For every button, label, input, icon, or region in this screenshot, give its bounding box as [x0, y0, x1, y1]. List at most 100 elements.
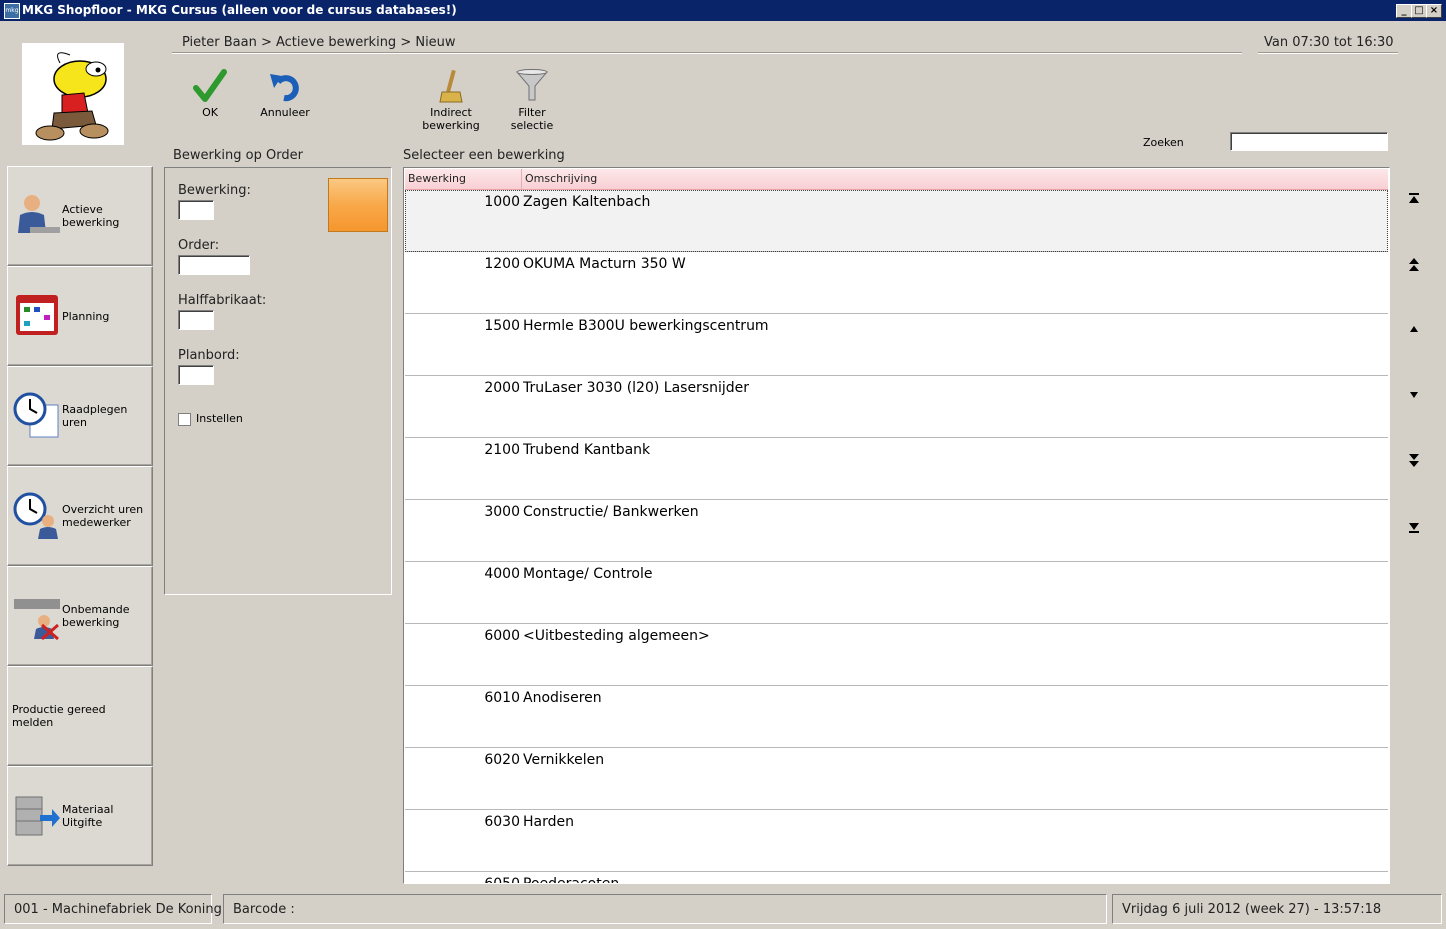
- page-up-icon[interactable]: [1405, 255, 1423, 273]
- row-description: Vernikkelen: [523, 752, 605, 768]
- clock-worker-icon: [13, 492, 58, 539]
- nav-report-production[interactable]: Productie gereed melden: [7, 666, 153, 766]
- calendar-icon: [16, 295, 58, 335]
- column-header-omschrijving[interactable]: Omschrijving: [522, 169, 1385, 189]
- row-description: Anodiseren: [523, 690, 602, 706]
- nav-unmanned-operation[interactable]: Onbemande bewerking: [7, 566, 153, 666]
- divider: [1258, 52, 1398, 54]
- page-down-icon[interactable]: [1405, 452, 1423, 470]
- indirect-button[interactable]: Indirect bewerking: [420, 68, 482, 132]
- app-icon: mkg: [4, 3, 20, 19]
- row-description: Montage/ Controle: [523, 566, 653, 582]
- row-code: 4000: [484, 566, 520, 582]
- row-description: OKUMA Macturn 350 W: [523, 256, 686, 272]
- funnel-icon: [515, 69, 549, 101]
- status-color-indicator: [328, 178, 388, 232]
- row-code: 6020: [484, 752, 520, 768]
- column-header-bewerking[interactable]: Bewerking: [405, 169, 522, 189]
- table-row[interactable]: 1500 Hermle B300U bewerkingscentrum: [405, 314, 1388, 376]
- row-code: 6050: [484, 876, 520, 884]
- filter-label: Filter selectie: [510, 106, 554, 132]
- row-code: 6000: [484, 628, 520, 644]
- table-row[interactable]: 3000 Constructie/ Bankwerken: [405, 500, 1388, 562]
- order-label: Order:: [178, 238, 220, 253]
- nav-label: Planning: [62, 309, 110, 323]
- row-description: <Uitbesteding algemeen>: [523, 628, 710, 644]
- clock-icon: [13, 392, 59, 438]
- instellen-checkbox[interactable]: [178, 413, 191, 426]
- scroll-down-icon[interactable]: [1405, 386, 1423, 404]
- table-header: Bewerking Omschrijving: [405, 169, 1388, 190]
- time-range: Van 07:30 tot 16:30: [1264, 35, 1394, 50]
- table-row[interactable]: 2000 TruLaser 3030 (l20) Lasersnijder: [405, 376, 1388, 438]
- table-row[interactable]: 6050 Poederacoten: [405, 872, 1388, 884]
- shelf-arrow-icon: [15, 796, 60, 836]
- close-icon[interactable]: ×: [1426, 4, 1442, 18]
- window-title: MKG Shopfloor - MKG Cursus (alleen voor …: [22, 3, 457, 17]
- nav-label: Actieve: [62, 203, 103, 216]
- scroll-top-icon[interactable]: [1405, 190, 1423, 208]
- minimize-icon[interactable]: _: [1396, 4, 1412, 18]
- right-panel-title: Selecteer een bewerking: [403, 148, 565, 163]
- halffabrikaat-field[interactable]: [178, 310, 214, 330]
- table-row[interactable]: 1200 OKUMA Macturn 350 W: [405, 252, 1388, 314]
- row-description: Hermle B300U bewerkingscentrum: [523, 318, 769, 334]
- nav-label: Overzicht uren: [62, 503, 144, 516]
- bewerking-label: Bewerking:: [178, 183, 251, 198]
- undo-icon: [270, 74, 299, 102]
- nav-active-operation[interactable]: Actieve bewerking: [7, 166, 153, 266]
- row-code: 3000: [484, 504, 520, 520]
- ok-label: OK: [202, 106, 218, 119]
- nav-view-hours[interactable]: Raadplegen uren: [7, 366, 153, 466]
- status-barcode[interactable]: Barcode :: [223, 894, 1107, 924]
- cancel-button[interactable]: Annuleer: [258, 68, 312, 119]
- table-row[interactable]: 6000 <Uitbesteding algemeen>: [405, 624, 1388, 686]
- row-description: Constructie/ Bankwerken: [523, 504, 699, 520]
- table-row[interactable]: 2100 Trubend Kantbank: [405, 438, 1388, 500]
- table-row[interactable]: 6010 Anodiseren: [405, 686, 1388, 748]
- row-code: 2000: [484, 380, 520, 396]
- left-panel-title: Bewerking op Order: [173, 148, 303, 163]
- maximize-icon[interactable]: □: [1411, 4, 1427, 18]
- scroll-up-icon[interactable]: [1405, 320, 1423, 338]
- search-input[interactable]: [1230, 132, 1388, 151]
- row-code: 1000: [484, 194, 520, 210]
- planbord-field[interactable]: [178, 365, 214, 385]
- nav-employee-hours[interactable]: Overzicht uren medewerker: [7, 466, 153, 566]
- filter-button[interactable]: Filter selectie: [498, 68, 566, 132]
- status-company: 001 - Machinefabriek De Koning: [4, 894, 222, 924]
- nav-label: Raadplegen uren: [62, 403, 128, 429]
- nav-label: bewerking: [62, 216, 120, 229]
- row-description: TruLaser 3030 (l20) Lasersnijder: [523, 380, 750, 396]
- order-field[interactable]: [178, 255, 250, 275]
- row-code: 2100: [484, 442, 520, 458]
- row-description: Trubend Kantbank: [523, 442, 651, 458]
- table-row[interactable]: 6020 Vernikkelen: [405, 748, 1388, 810]
- table-row[interactable]: 1000 Zagen Kaltenbach: [405, 190, 1388, 252]
- row-description: Harden: [523, 814, 574, 830]
- search-label: Zoeken: [1143, 136, 1184, 149]
- breadcrumb: Pieter Baan > Actieve bewerking > Nieuw: [182, 35, 456, 50]
- scroll-bottom-icon[interactable]: [1405, 518, 1423, 536]
- instellen-label: Instellen: [196, 412, 243, 425]
- checkmark-icon: [193, 69, 227, 102]
- nav-label: Productie gereed melden: [12, 703, 106, 729]
- table-row[interactable]: 6030 Harden: [405, 810, 1388, 872]
- table-row[interactable]: 4000 Montage/ Controle: [405, 562, 1388, 624]
- title-bar: mkg MKG Shopfloor - MKG Cursus (alleen v…: [0, 0, 1446, 21]
- nav-planning[interactable]: Planning: [7, 266, 153, 366]
- cancel-label: Annuleer: [260, 106, 310, 119]
- row-description: Poederacoten: [523, 876, 620, 884]
- nav-label: bewerking: [62, 616, 120, 629]
- row-code: 6030: [484, 814, 520, 830]
- planbord-label: Planbord:: [178, 348, 240, 363]
- nav-material-issue[interactable]: Materiaal Uitgifte: [7, 766, 153, 866]
- row-code: 6010: [484, 690, 520, 706]
- nav-label: Materiaal Uitgifte: [62, 803, 114, 829]
- row-code: 1200: [484, 256, 520, 272]
- ok-button[interactable]: OK: [185, 68, 235, 119]
- halffabrikaat-label: Halffabrikaat:: [178, 293, 267, 308]
- bewerking-field[interactable]: [178, 200, 214, 220]
- row-description: Zagen Kaltenbach: [523, 194, 651, 210]
- indirect-label-2: bewerking: [422, 119, 480, 132]
